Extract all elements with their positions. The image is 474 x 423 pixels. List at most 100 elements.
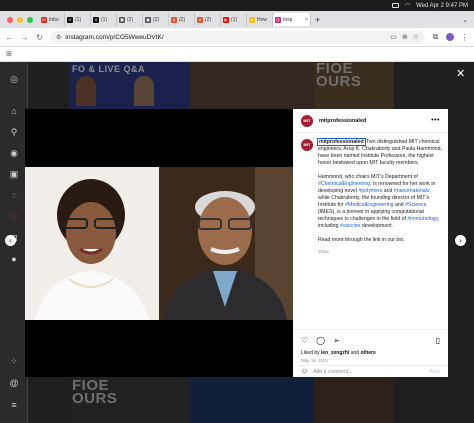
hashtag-link[interactable]: #nanomaterials [394,188,429,194]
browser-tab[interactable]: ▶ (1) [221,13,247,26]
likes-mid: and [349,350,361,356]
hashtag-link[interactable]: #vaccine [340,223,360,229]
caption-username[interactable]: mitprofessionaled [317,138,366,146]
post-photo[interactable] [25,167,293,320]
post-comment-button[interactable]: Post [429,369,440,375]
comment-bar: ☺ Add a comment... Post [293,365,448,377]
profile-icon[interactable]: ● [9,254,19,264]
url-text[interactable]: instagram.com/p/CO5WweuDVtK/ [65,34,163,41]
likes-username[interactable]: leo_zengzhi [321,350,349,356]
back-icon[interactable]: ← [5,33,14,42]
caption-paragraph: Hammond, who chairs MIT's Department of … [318,174,443,230]
tab-favicon-icon: + [249,16,255,23]
caption-age[interactable]: 202w [318,248,443,255]
search-icon[interactable]: ⚲ [9,127,19,137]
next-post-arrow-icon[interactable]: › [455,235,466,246]
menubar-clock[interactable]: Wed Apr 2 9:47 PM [416,3,468,9]
threads-icon[interactable]: @ [9,378,19,388]
browser-tab[interactable]: X (1) [91,13,117,26]
tab-label: How [257,16,268,23]
meta-apps-icon[interactable]: ⁘ [9,356,19,366]
tab-label: (2) [127,16,134,23]
previous-post-arrow-icon[interactable]: ‹ [5,235,16,246]
window-controls [0,16,39,23]
browser-tab[interactable]: A (2) [195,13,221,26]
tab-label: (1) [231,16,238,23]
explore-icon[interactable]: ◉ [9,148,19,158]
messages-icon[interactable]: ◌ [9,190,19,200]
comment-icon[interactable]: ◯ [316,336,325,345]
cast-icon[interactable]: ▭ [390,33,397,41]
tabs: M Inbo X (1) X (1) ▣ (2) ▣ (2) A (2) A (2) ▶ (1) + How ◎ In… [39,13,311,26]
site-info-icon[interactable]: ⚙ [56,34,61,41]
browser-tab[interactable]: A (2) [169,13,195,26]
battery-icon[interactable] [391,3,399,8]
tab-favicon-icon: M [41,16,47,23]
zoom-window-button[interactable] [27,16,33,23]
tab-favicon-icon: ▣ [145,16,151,23]
bookmarks-bar: ⊞ [0,47,474,62]
hashtag-link[interactable]: #ChemicalEngineering [318,181,370,187]
tab-favicon-icon: A [171,16,177,23]
hashtag-link[interactable]: #immunology [407,216,437,222]
tab-favicon-icon: X [67,16,73,23]
close-tab-icon[interactable]: × [305,17,308,23]
browser-tab[interactable]: ▣ (2) [117,13,143,26]
post-media[interactable] [25,109,293,377]
bookmark-star-icon[interactable]: ☆ [413,33,419,41]
comment-input[interactable]: Add a comment... [313,369,352,375]
forward-icon[interactable]: → [20,33,29,42]
extensions-icon[interactable]: ⧉ [431,32,440,42]
hashtag-link[interactable]: #polymers [358,188,382,194]
browser-tab[interactable]: X (1) [65,13,91,26]
more-options-icon[interactable]: ••• [431,117,440,124]
like-heart-icon[interactable]: ♡ [301,336,308,345]
new-tab-button[interactable]: + [311,15,324,25]
reels-icon[interactable]: ▣ [9,169,19,179]
browser-tab[interactable]: ▣ (2) [143,13,169,26]
post-caption: MIT mitprofessionaled Two distinguished … [301,138,443,255]
emoji-icon[interactable]: ☺ [301,368,308,375]
apps-grid-icon[interactable]: ⊞ [6,50,12,58]
share-icon[interactable]: ➢ [333,336,340,345]
tab-favicon-icon: A [197,16,203,23]
caption-paragraph: Read more through the link in our bio. [318,237,405,243]
browser-tab[interactable]: ◎ Insp × [273,13,311,26]
post-date[interactable]: May 16, 2021 [301,358,440,363]
account-avatar[interactable]: MIT [301,114,313,127]
browser-menu-icon[interactable]: ⋮ [460,33,469,42]
tab-label: Inbo [49,16,59,23]
instagram-page: FO & LIVE Q&A FIOE OURS FIOE OURS ◎ ⌂ ⚲ … [0,62,474,423]
likes-others-link[interactable]: others [360,350,375,356]
address-toolbar: ← → ↻ ⚙ instagram.com/p/CO5WweuDVtK/ ▭ ⊕… [0,28,474,47]
tab-strip: M Inbo X (1) X (1) ▣ (2) ▣ (2) A (2) A (2) ▶ (1) + How ◎ In… [0,11,474,28]
tab-search-icon[interactable]: ⌄ [462,16,474,24]
caption-avatar[interactable]: MIT [301,139,313,151]
home-icon[interactable]: ⌂ [9,106,19,116]
caption-text: Hammond, who chairs MIT's Department of [318,174,418,180]
reload-icon[interactable]: ↻ [35,33,44,42]
instagram-icon[interactable]: ◎ [9,74,19,84]
caption-text: and [393,202,406,208]
minimize-window-button[interactable] [17,16,23,23]
menu-icon[interactable]: ≡ [9,400,19,410]
likes-prefix: Liked by [301,350,322,356]
wifi-icon[interactable]: ◠ [405,2,410,9]
notifications-icon[interactable]: ♡ [9,212,19,222]
tab-label: (1) [75,16,82,23]
save-bookmark-icon[interactable]: ▯ [436,336,440,345]
hashtag-link[interactable]: #MedicalEngineering [345,202,393,208]
address-bar[interactable]: ⚙ instagram.com/p/CO5WweuDVtK/ ▭ ⊕ ☆ [50,30,425,44]
tab-favicon-icon: ▶ [223,16,229,23]
profile-avatar[interactable] [446,33,454,41]
tab-label: (2) [179,16,186,23]
close-window-button[interactable] [7,16,13,23]
browser-tab[interactable]: + How [247,13,273,26]
zoom-icon[interactable]: ⊕ [402,33,408,41]
browser-tab[interactable]: M Inbo [39,13,65,26]
tab-favicon-icon: ▣ [119,16,125,23]
post-username[interactable]: mitprofessionaled [319,118,366,124]
tab-label: (2) [153,16,160,23]
close-modal-icon[interactable]: ✕ [456,67,465,80]
hashtag-link[interactable]: #Science [405,202,426,208]
